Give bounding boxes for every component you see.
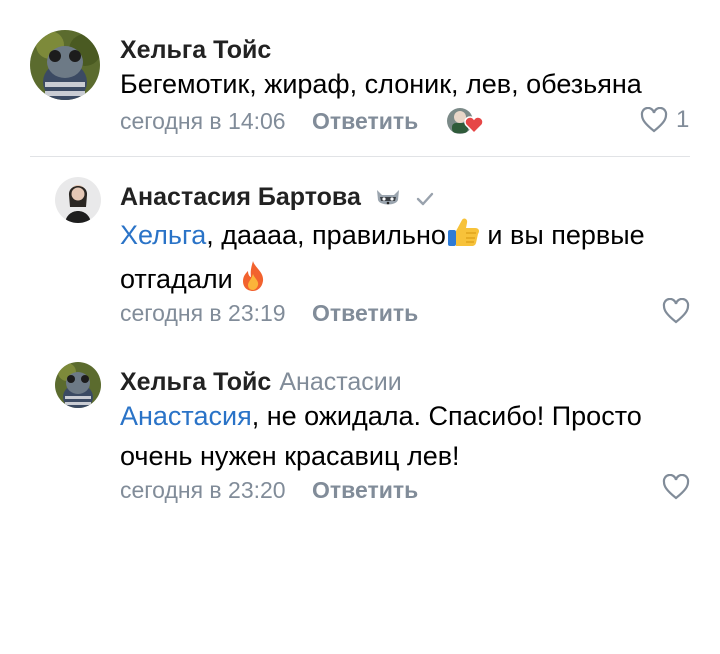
verified-check-icon bbox=[415, 186, 435, 215]
divider bbox=[30, 156, 690, 157]
text-part: и вы первые bbox=[479, 220, 645, 250]
comment-meta: сегодня в 23:20 Ответить bbox=[120, 477, 418, 504]
comment-time: сегодня в 14:06 bbox=[120, 108, 286, 134]
comment-time: сегодня в 23:20 bbox=[120, 477, 286, 503]
thumbs-up-emoji bbox=[446, 216, 480, 259]
author-name[interactable]: Анастасия Бартова bbox=[120, 183, 361, 211]
reply-button[interactable]: Ответить bbox=[312, 300, 418, 326]
comment-text-line-2: очень нужен красавиц лев! bbox=[120, 441, 460, 471]
heart-outline-icon bbox=[662, 298, 690, 324]
like-count: 1 bbox=[676, 106, 690, 133]
text-part: отгадали bbox=[120, 264, 241, 294]
heart-outline-icon bbox=[662, 474, 690, 500]
comment-text: Анастасия, не ожидала. Спасибо! Просто о… bbox=[120, 396, 690, 476]
avatar-helga[interactable] bbox=[55, 362, 101, 408]
comment-text-line-1: Хельга, даааа, правильно и вы первые bbox=[120, 215, 690, 259]
reply-button[interactable]: Ответить bbox=[312, 477, 418, 503]
avatar-anastasia[interactable] bbox=[55, 177, 101, 223]
comment-text-line-1: Анастасия, не ожидала. Спасибо! Просто bbox=[120, 396, 690, 436]
comment-meta: сегодня в 23:19 Ответить bbox=[120, 300, 418, 327]
like-button[interactable] bbox=[662, 474, 690, 500]
text-part: , не ожидала. Спасибо! Просто bbox=[251, 401, 642, 431]
comment-text: Бегемотик, жираф, слоник, лев, обезьяна bbox=[120, 69, 642, 99]
like-button[interactable]: 1 bbox=[640, 106, 689, 134]
comment-text-line-2: отгадали bbox=[120, 259, 690, 303]
comment-meta: сегодня в 14:06 Ответить bbox=[120, 108, 418, 135]
like-button[interactable] bbox=[662, 298, 690, 324]
comment-author[interactable]: Хельга Тойс bbox=[120, 36, 271, 65]
fire-emoji bbox=[240, 260, 266, 303]
reply-to-label[interactable]: Анастасии bbox=[279, 368, 401, 396]
raccoon-icon bbox=[374, 186, 402, 215]
text-part: , даааа, правильно bbox=[206, 220, 446, 250]
heart-outline-icon bbox=[640, 107, 668, 133]
comment-author: Анастасия Бартова bbox=[120, 183, 435, 215]
avatar-helga[interactable] bbox=[30, 30, 100, 100]
comment-text: Хельга, даааа, правильно и вы первые отг… bbox=[120, 215, 690, 303]
comment-time: сегодня в 23:19 bbox=[120, 300, 286, 326]
comment-author: Хельга Тойс Анастасии bbox=[120, 368, 402, 397]
mention-link[interactable]: Анастасия bbox=[120, 401, 252, 431]
reply-button[interactable]: Ответить bbox=[312, 108, 418, 134]
mention-link[interactable]: Хельга bbox=[120, 220, 206, 250]
author-name[interactable]: Хельга Тойс bbox=[120, 368, 271, 396]
liked-avatar-heart-icon bbox=[447, 108, 484, 135]
liked-by-avatar[interactable] bbox=[446, 105, 486, 137]
